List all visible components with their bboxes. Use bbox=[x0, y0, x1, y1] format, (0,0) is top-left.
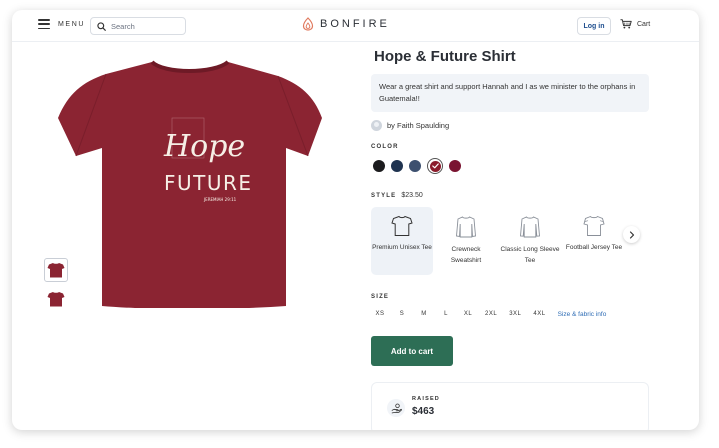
thumbnail-back[interactable] bbox=[44, 287, 68, 311]
color-swatch-black[interactable] bbox=[373, 160, 385, 172]
avatar bbox=[371, 120, 382, 131]
style-option-football-jersey-tee[interactable]: Football Jersey Tee bbox=[563, 207, 625, 275]
jersey-outline-icon bbox=[583, 215, 605, 236]
shirt-print-future: FUTURE bbox=[164, 171, 253, 195]
size-fabric-info-link[interactable]: Size & fabric info bbox=[558, 311, 607, 318]
search-input[interactable] bbox=[111, 21, 181, 31]
shirt-print-verse: JEREMIAH 29:11 bbox=[203, 197, 237, 202]
style-label: STYLE bbox=[371, 193, 397, 199]
size-option-l[interactable]: L bbox=[437, 308, 455, 320]
style-next-button[interactable] bbox=[623, 226, 640, 243]
size-option-xs[interactable]: XS bbox=[371, 308, 389, 320]
cart-button[interactable]: Cart bbox=[620, 19, 650, 29]
size-option-xl[interactable]: XL bbox=[459, 308, 477, 320]
style-option-premium-unisex-tee[interactable]: Premium Unisex Tee bbox=[371, 207, 433, 275]
raised-label: RAISED bbox=[412, 396, 440, 402]
color-label: COLOR bbox=[371, 144, 399, 150]
raised-card: RAISED $463 bbox=[371, 382, 649, 430]
product-image: Hope FUTURE JEREMIAH 29:11 bbox=[58, 60, 322, 308]
size-option-s[interactable]: S bbox=[393, 308, 411, 320]
brand-logo[interactable]: BONFIRE bbox=[302, 17, 390, 31]
shirt-print-hope: Hope bbox=[163, 129, 245, 164]
menu-label: MENU bbox=[58, 20, 86, 28]
author-name: by Faith Spaulding bbox=[387, 121, 450, 130]
style-header: STYLE $23.50 bbox=[371, 192, 423, 199]
color-swatch-maroon[interactable] bbox=[449, 160, 461, 172]
flame-icon bbox=[302, 17, 314, 31]
style-option-crewneck-sweatshirt[interactable]: Crewneck Sweatshirt bbox=[435, 207, 497, 275]
campaign-author[interactable]: by Faith Spaulding bbox=[371, 120, 449, 131]
search-box[interactable] bbox=[90, 17, 186, 35]
product-title: Hope & Future Shirt bbox=[374, 48, 516, 65]
style-option-label: Classic Long Sleeve Tee bbox=[500, 246, 560, 264]
hamburger-icon bbox=[38, 19, 50, 29]
tshirt-thumbnail-icon bbox=[47, 292, 65, 307]
brand-name: BONFIRE bbox=[320, 18, 390, 30]
size-label: SIZE bbox=[371, 294, 390, 300]
size-option-m[interactable]: M bbox=[415, 308, 433, 320]
style-option-label: Football Jersey Tee bbox=[565, 244, 623, 251]
checkmark-icon bbox=[431, 163, 439, 169]
thumbnail-front[interactable] bbox=[44, 258, 68, 282]
size-option-2xl[interactable]: 2XL bbox=[481, 308, 501, 320]
product-description: Wear a great shirt and support Hannah an… bbox=[371, 74, 649, 112]
search-icon bbox=[97, 21, 106, 31]
size-options: XS S M L XL 2XL 3XL 4XL Size & fabric in… bbox=[371, 308, 606, 320]
site-header: MENU BONFIRE Log in Cart bbox=[12, 10, 699, 42]
login-button[interactable]: Log in bbox=[577, 17, 611, 35]
color-swatch-heather-red[interactable] bbox=[427, 158, 443, 174]
product-page: MENU BONFIRE Log in Cart Hope FUTURE JER… bbox=[12, 10, 699, 430]
size-option-4xl[interactable]: 4XL bbox=[529, 308, 549, 320]
long-sleeve-outline-icon bbox=[520, 216, 540, 238]
raised-amount: $463 bbox=[412, 406, 435, 417]
add-to-cart-button[interactable]: Add to cart bbox=[371, 336, 453, 366]
color-swatches bbox=[373, 158, 461, 174]
chevron-right-icon bbox=[629, 230, 634, 239]
style-option-classic-long-sleeve-tee[interactable]: Classic Long Sleeve Tee bbox=[499, 207, 561, 275]
tshirt-outline-icon bbox=[391, 215, 413, 236]
tshirt-thumbnail-icon bbox=[47, 263, 65, 278]
color-swatch-navy[interactable] bbox=[391, 160, 403, 172]
style-options: Premium Unisex Tee Crewneck Sweatshirt C… bbox=[371, 207, 625, 275]
hand-coin-icon bbox=[387, 399, 405, 417]
cart-label: Cart bbox=[637, 20, 651, 28]
menu-button[interactable]: MENU bbox=[38, 19, 85, 29]
style-option-label: Premium Unisex Tee bbox=[372, 244, 432, 251]
style-price: $23.50 bbox=[401, 192, 423, 199]
size-option-3xl[interactable]: 3XL bbox=[505, 308, 525, 320]
sweatshirt-outline-icon bbox=[456, 216, 476, 238]
color-swatch-slate-blue[interactable] bbox=[409, 160, 421, 172]
cart-icon bbox=[620, 19, 632, 29]
style-option-label: Crewneck Sweatshirt bbox=[450, 246, 482, 264]
